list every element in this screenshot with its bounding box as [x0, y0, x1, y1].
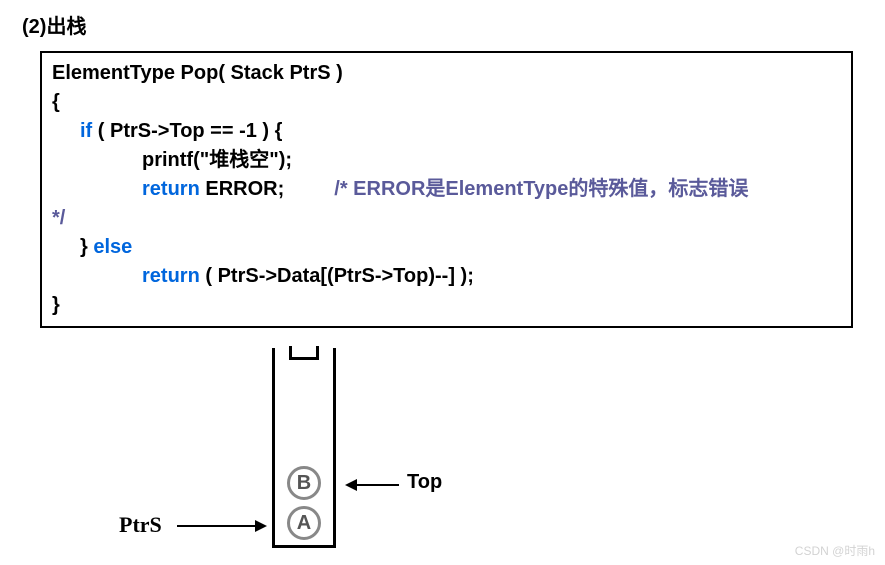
arrow-head-icon [255, 520, 267, 532]
code-text: ( PtrS->Top == -1 ) { [92, 120, 282, 142]
keyword-return: return [142, 178, 200, 200]
keyword-else: else [93, 236, 132, 258]
section-heading: (2)出栈 [22, 10, 863, 39]
code-line: printf("堆栈空"); [52, 146, 841, 175]
code-line: return ERROR; /* ERROR是ElementType的特殊值，标… [52, 175, 841, 204]
arrow-line [357, 484, 399, 486]
code-text: ( PtrS->Data[(PtrS->Top)--] ); [200, 265, 474, 287]
watermark: CSDN @时雨h [795, 542, 875, 559]
arrow-top [345, 479, 399, 491]
arrow-line [177, 525, 255, 527]
stack-notch [289, 346, 319, 360]
label-top: Top [407, 471, 442, 494]
stack-cell-a: A [287, 506, 321, 540]
comment: /* ERROR是ElementType的特殊值，标志错误 [334, 178, 748, 200]
label-ptrs: PtrS [119, 512, 162, 538]
code-text: ERROR; [200, 178, 284, 200]
code-block: ElementType Pop( Stack PtrS ) { if ( Ptr… [40, 51, 853, 328]
code-text: } [80, 236, 93, 258]
stack-diagram: B A Top PtrS [117, 348, 677, 558]
code-line: */ [52, 204, 841, 233]
comment-close: */ [52, 207, 65, 229]
stack-cell-b: B [287, 466, 321, 500]
code-line: if ( PtrS->Top == -1 ) { [52, 117, 841, 146]
code-line: return ( PtrS->Data[(PtrS->Top)--] ); [52, 262, 841, 291]
code-line: ElementType Pop( Stack PtrS ) [52, 59, 841, 88]
code-line: } else [52, 233, 841, 262]
code-line: { [52, 88, 841, 117]
arrow-ptrs [177, 520, 267, 532]
keyword-return: return [142, 265, 200, 287]
keyword-if: if [80, 120, 92, 142]
code-line: } [52, 291, 841, 320]
arrow-head-icon [345, 479, 357, 491]
